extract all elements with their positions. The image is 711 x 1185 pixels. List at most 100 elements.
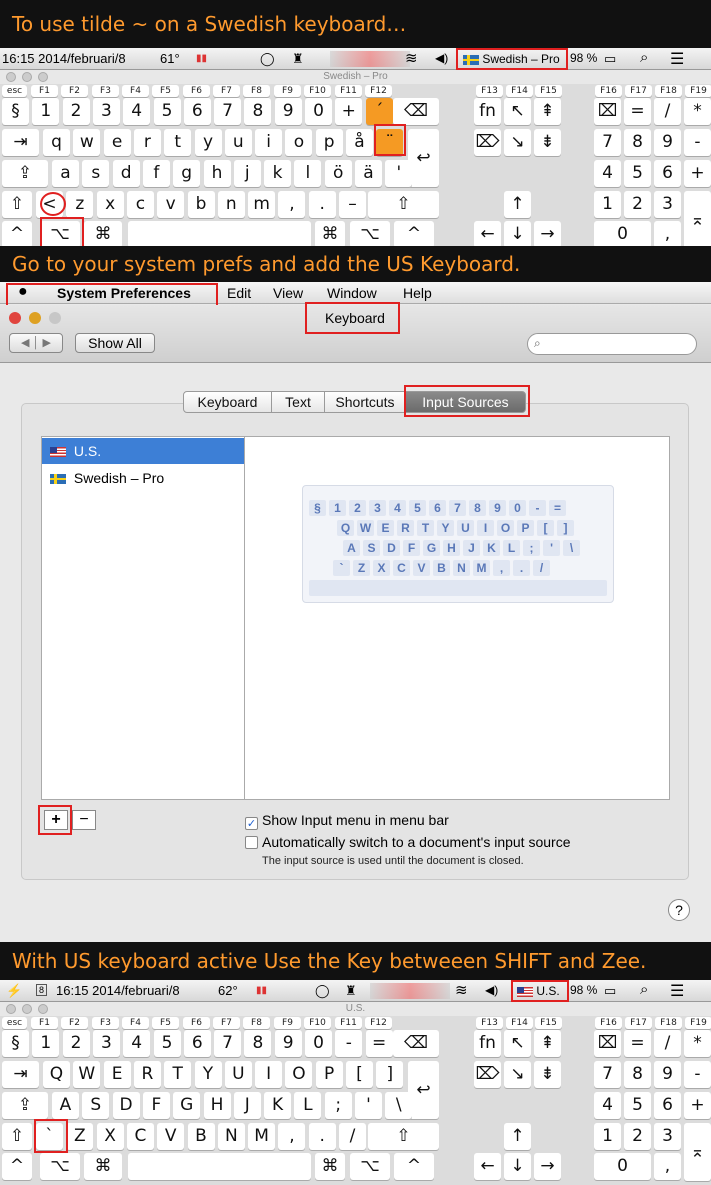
apple-icon[interactable]: ● (18, 283, 28, 301)
fn-key[interactable]: fn (474, 98, 501, 125)
show-all-button[interactable]: Show All (75, 333, 155, 353)
nav-key[interactable]: ⇞ (534, 1030, 561, 1057)
key[interactable]: h (203, 160, 231, 187)
temperature-text[interactable]: 61° (160, 51, 180, 66)
key[interactable]: Z (66, 1123, 94, 1150)
menu-edit[interactable]: Edit (227, 285, 251, 301)
minimize-button[interactable] (22, 72, 32, 82)
key[interactable]: 7 (214, 98, 242, 125)
key[interactable]: 5 (153, 98, 181, 125)
modifier-key[interactable]: ⌥ (40, 221, 80, 246)
close-button[interactable] (6, 72, 16, 82)
key[interactable]: A (52, 1092, 79, 1119)
numpad-key[interactable]: 1 (594, 191, 621, 218)
fkey-f12[interactable]: F12 (365, 85, 392, 97)
numpad-key[interactable]: 3 (654, 1123, 681, 1150)
key[interactable]: 3 (92, 1030, 120, 1057)
tab-key[interactable]: ⇥ (2, 129, 39, 156)
fkey-f6[interactable]: F6 (183, 1017, 210, 1029)
back-forward-buttons[interactable]: ◀ │ ▶ (9, 333, 63, 353)
key[interactable]: å (346, 129, 373, 156)
chat-icon[interactable]: ◯ (260, 51, 275, 67)
numpad-key[interactable]: + (684, 1092, 711, 1119)
numpad-key[interactable]: 5 (624, 160, 651, 187)
fkey-f16[interactable]: F16 (595, 85, 622, 97)
key[interactable]: K (264, 1092, 292, 1119)
key[interactable]: J (233, 1092, 261, 1119)
modifier-key[interactable]: ⌘ (315, 221, 345, 246)
key[interactable]: T (164, 1061, 192, 1088)
temperature-text[interactable]: 62° (218, 983, 238, 998)
fkey-f1[interactable]: F1 (31, 1017, 58, 1029)
key[interactable]: ` (36, 1123, 63, 1150)
menu-help[interactable]: Help (403, 285, 432, 301)
fkey-f13[interactable]: F13 (476, 85, 503, 97)
arrow-up-key[interactable]: ↑ (504, 1123, 531, 1150)
right-shift-key[interactable]: ⇧ (368, 1123, 439, 1150)
key[interactable]: 6 (183, 98, 211, 125)
key[interactable]: j (233, 160, 261, 187)
numpad-key[interactable]: 2 (624, 1123, 651, 1150)
key[interactable]: . (308, 1123, 336, 1150)
nav-key[interactable]: ↖ (504, 98, 531, 125)
left-shift-key[interactable]: ⇧ (2, 191, 32, 218)
numpad-key[interactable]: - (684, 129, 711, 156)
numpad-key[interactable]: 8 (624, 129, 651, 156)
spotlight-icon[interactable]: ⌕ (640, 49, 648, 66)
modifier-key[interactable]: ⌘ (315, 1153, 345, 1180)
key[interactable]: § (2, 98, 29, 125)
key[interactable]: i (255, 129, 283, 156)
numpad-key[interactable]: = (624, 98, 651, 125)
numpad-key[interactable]: 5 (624, 1092, 651, 1119)
numpad-key[interactable]: * (684, 98, 711, 125)
numpad-key[interactable]: - (684, 1061, 711, 1088)
numpad-key[interactable]: 8 (624, 1061, 651, 1088)
key[interactable]: u (224, 129, 252, 156)
menu-window[interactable]: Window (327, 285, 377, 301)
numpad-key[interactable]: , (654, 221, 681, 246)
key[interactable]: t (164, 129, 192, 156)
close-button[interactable] (6, 1004, 16, 1014)
key[interactable]: f (142, 160, 170, 187)
auto-switch-checkbox[interactable]: Automatically switch to a document's inp… (245, 834, 571, 850)
arrow-key[interactable]: → (534, 221, 561, 246)
fkey-f17[interactable]: F17 (625, 1017, 652, 1029)
arrow-key[interactable]: ↓ (504, 1153, 531, 1180)
key[interactable]: 8 (244, 98, 272, 125)
key[interactable]: , (278, 1123, 306, 1150)
key[interactable]: b (187, 191, 215, 218)
key[interactable]: < (36, 191, 63, 218)
fkey-f8[interactable]: F8 (243, 85, 270, 97)
tab-text[interactable]: Text (271, 391, 325, 413)
fkey-f3[interactable]: F3 (92, 85, 119, 97)
key[interactable]: O (285, 1061, 313, 1088)
numpad-key[interactable]: , (654, 1153, 681, 1180)
key[interactable]: ' (355, 1092, 382, 1119)
key[interactable]: [ (346, 1061, 373, 1088)
key[interactable]: C (126, 1123, 154, 1150)
modifier-key[interactable]: ⌥ (40, 1153, 80, 1180)
key[interactable]: a (52, 160, 79, 187)
tab-key[interactable]: ⇥ (2, 1061, 39, 1088)
key[interactable]: 0 (305, 1030, 332, 1057)
key[interactable]: v (157, 191, 185, 218)
key[interactable]: l (294, 160, 322, 187)
fkey-f8[interactable]: F8 (243, 1017, 270, 1029)
key[interactable]: e (103, 129, 131, 156)
modifier-key[interactable]: ^ (2, 221, 32, 246)
fkey-f1[interactable]: F1 (31, 85, 58, 97)
add-source-button[interactable]: + (44, 810, 68, 830)
key[interactable]: 6 (183, 1030, 211, 1057)
nav-key[interactable]: ⇟ (534, 1061, 561, 1088)
input-source-menu[interactable]: Swedish – Pro (463, 51, 560, 66)
menu-view[interactable]: View (273, 285, 303, 301)
key[interactable]: R (133, 1061, 161, 1088)
key[interactable]: 5 (153, 1030, 181, 1057)
key[interactable]: E (103, 1061, 131, 1088)
key[interactable]: s (82, 160, 110, 187)
nav-key[interactable]: ⇟ (534, 129, 561, 156)
key[interactable]: 4 (123, 1030, 151, 1057)
key[interactable]: m (248, 191, 276, 218)
key[interactable]: w (73, 129, 101, 156)
key[interactable]: k (264, 160, 292, 187)
